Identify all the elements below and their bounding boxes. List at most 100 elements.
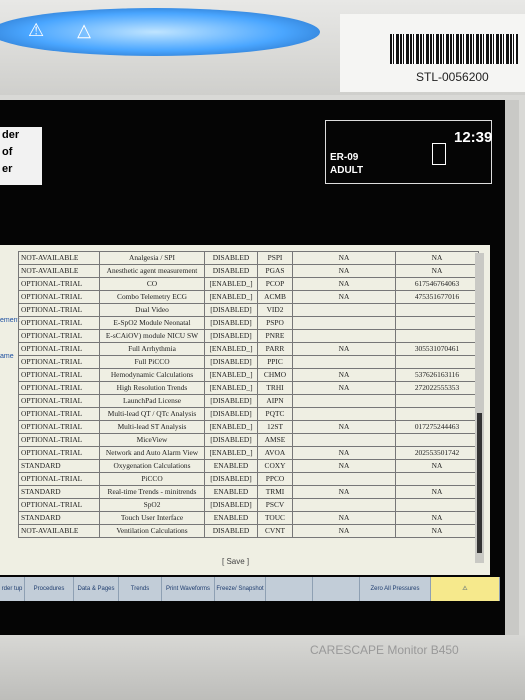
left-label-1: der [2,129,20,141]
table-cell: OPTIONAL-TRIAL [18,368,100,382]
patient-type: ADULT [330,165,364,176]
table-cell [292,472,396,486]
menu-button[interactable]: Print Waveforms [162,577,215,601]
table-cell: STANDARD [18,459,100,473]
menu-button[interactable]: Trends [119,577,162,601]
table-cell: PARR [257,342,293,356]
table-row: STANDARD Touch User Interface ENABLED TOUC N… [18,511,479,525]
table-cell: High Resolution Trends [99,381,205,395]
table-cell: NOT-AVAILABLE [18,251,100,265]
table-cell: STANDARD [18,485,100,499]
table-cell: Oxygenation Calculations [99,459,205,473]
table-cell: OPTIONAL-TRIAL [18,472,100,486]
scroll-thumb[interactable] [477,413,482,553]
table-row: STANDARD Oxygenation Calculations ENABLED C… [18,459,479,473]
table-cell [395,407,479,421]
table-cell [292,394,396,408]
table-cell: OPTIONAL-TRIAL [18,498,100,512]
left-partial-labels: der of er [0,127,42,185]
table-cell: TOUC [257,511,293,525]
table-cell [292,407,396,421]
menu-button[interactable] [266,577,313,601]
table-cell: DISABLED [204,251,258,265]
table-cell [292,316,396,330]
table-cell: VID2 [257,303,293,317]
table-cell: Network and Auto Alarm View [99,446,205,460]
table-cell: NA [395,264,479,278]
table-cell: OPTIONAL-TRIAL [18,329,100,343]
table-cell: MiceView [99,433,205,447]
table-cell: Anesthetic agent measurement [99,264,205,278]
table-cell: NA [292,485,396,499]
table-row: OPTIONAL-TRIAL Full PiCCO [DISABLED] PPIC [18,355,479,369]
menu-button[interactable]: Data & Pages [74,577,119,601]
table-cell: [DISABLED] [204,498,258,512]
table-cell: PQTC [257,407,293,421]
table-cell: Real-time Trends - minitrends [99,485,205,499]
table-cell: NA [292,277,396,291]
table-cell [395,329,479,343]
alarm-silence-button[interactable]: ⚠ [431,577,500,601]
table-row: OPTIONAL-TRIAL Multi-lead ST Analysis [ENA… [18,420,479,434]
table-cell: CVNT [257,524,293,538]
table-cell: Ventilation Calculations [99,524,205,538]
table-cell: [ENABLED_] [204,446,258,460]
table-cell: NA [292,381,396,395]
table-cell: OPTIONAL-TRIAL [18,316,100,330]
table-cell: PPIC [257,355,293,369]
table-cell: OPTIONAL-TRIAL [18,303,100,317]
menu-button[interactable]: rder tup [0,577,25,601]
menu-button[interactable]: Zero All Pressures [360,577,431,601]
table-cell: PPCO [257,472,293,486]
save-button[interactable]: [ Save ] [222,557,249,566]
table-row: STANDARD Real-time Trends - minitrends ENA… [18,485,479,499]
table-cell: PSPO [257,316,293,330]
license-table: NOT-AVAILABLE Analgesia / SPI DISABLED PSPI… [18,251,479,538]
table-cell: PCOP [257,277,293,291]
table-cell: NA [292,264,396,278]
table-cell: NA [292,511,396,525]
table-cell: NA [292,446,396,460]
table-cell: ACMB [257,290,293,304]
table-cell: Dual Video [99,303,205,317]
monitor-bottom-bezel: CARESCAPE Monitor B450 [0,635,525,700]
menu-button[interactable]: Procedures [25,577,74,601]
table-cell [395,355,479,369]
table-cell: STANDARD [18,511,100,525]
table-cell: NA [292,420,396,434]
menu-button[interactable]: Freeze/ Snapshot [215,577,266,601]
table-cell: OPTIONAL-TRIAL [18,407,100,421]
table-cell: NA [292,524,396,538]
table-cell: OPTIONAL-TRIAL [18,420,100,434]
table-cell: OPTIONAL-TRIAL [18,433,100,447]
table-cell: Multi-lead ST Analysis [99,420,205,434]
table-cell: OPTIONAL-TRIAL [18,381,100,395]
table-cell: [DISABLED] [204,394,258,408]
alarm-icons: ⚠ △ [28,20,105,40]
menu-button[interactable] [313,577,360,601]
table-row: OPTIONAL-TRIAL High Resolution Trends [ENA… [18,381,479,395]
table-cell: OPTIONAL-TRIAL [18,446,100,460]
table-cell [395,394,479,408]
table-row: OPTIONAL-TRIAL E-SpO2 Module Neonatal [DIS… [18,316,479,330]
table-cell: OPTIONAL-TRIAL [18,342,100,356]
table-row: OPTIONAL-TRIAL LaunchPad License [DISABLED… [18,394,479,408]
table-cell: TRMI [257,485,293,499]
table-cell: NOT-AVAILABLE [18,524,100,538]
barcode [390,34,518,64]
table-cell: DISABLED [204,524,258,538]
table-cell: Analgesia / SPI [99,251,205,265]
side-label-1: ement [0,317,20,324]
table-cell: [DISABLED] [204,329,258,343]
table-cell: [DISABLED] [204,472,258,486]
table-cell: Hemodynamic Calculations [99,368,205,382]
table-cell: PGAS [257,264,293,278]
scrollbar[interactable] [475,253,484,563]
table-row: OPTIONAL-TRIAL Multi-lead QT / QTc Analys… [18,407,479,421]
table-cell: [ENABLED_] [204,277,258,291]
table-cell: COXY [257,459,293,473]
table-row: OPTIONAL-TRIAL Hemodynamic Calculations [E… [18,368,479,382]
table-cell: [ENABLED_] [204,420,258,434]
table-cell: 272022555353 [395,381,479,395]
left-label-3: er [2,163,13,175]
